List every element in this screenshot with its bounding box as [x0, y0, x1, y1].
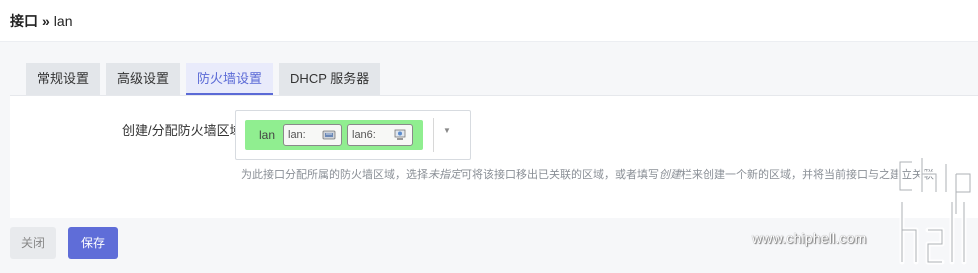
- network-icon: [393, 128, 407, 149]
- tab-advanced-settings[interactable]: 高级设置: [106, 63, 181, 95]
- help-text-emphasis: 创建: [659, 169, 681, 181]
- breadcrumb-separator: »: [42, 13, 50, 29]
- watermark-url: www.chiphell.com: [752, 230, 867, 246]
- help-text-emphasis: 未指定: [428, 169, 461, 181]
- help-text-part: 可将该接口移出已关联的区域，或者填写: [461, 169, 659, 181]
- ethernet-port-icon: [322, 128, 336, 149]
- firewall-zone-label: 创建/分配防火墙区域: [122, 123, 243, 138]
- zone-badge: lan lan: lan6:: [245, 120, 423, 150]
- breadcrumb-current: lan: [53, 13, 73, 29]
- tab-general-settings[interactable]: 常规设置: [26, 63, 101, 95]
- device-chip-label: lan:: [288, 129, 306, 141]
- top-bar: 接口» lan: [0, 0, 978, 42]
- chevron-down-icon[interactable]: ▼: [443, 126, 451, 135]
- tab-firewall-settings[interactable]: 防火墙设置: [186, 63, 274, 95]
- firewall-zone-select[interactable]: lan lan: lan6: ▼: [235, 110, 471, 160]
- zone-name: lan: [259, 128, 276, 142]
- device-chip-lan: lan:: [283, 124, 342, 146]
- device-chip-label: lan6:: [352, 129, 376, 141]
- help-text-part: 为此接口分配所属的防火墙区域，选择: [241, 169, 428, 181]
- select-divider: [433, 118, 434, 152]
- watermark: www.chiphell.com: [752, 150, 978, 273]
- tab-bar: 常规设置 高级设置 防火墙设置 DHCP 服务器: [26, 63, 381, 95]
- breadcrumb: 接口» lan: [10, 11, 72, 31]
- chiphell-logo: [897, 155, 973, 265]
- tab-dhcp-server[interactable]: DHCP 服务器: [279, 63, 381, 95]
- close-button[interactable]: 关闭: [10, 227, 56, 259]
- device-chip-lan6: lan6:: [347, 124, 413, 146]
- breadcrumb-parent[interactable]: 接口: [10, 13, 38, 29]
- save-button[interactable]: 保存: [68, 227, 118, 259]
